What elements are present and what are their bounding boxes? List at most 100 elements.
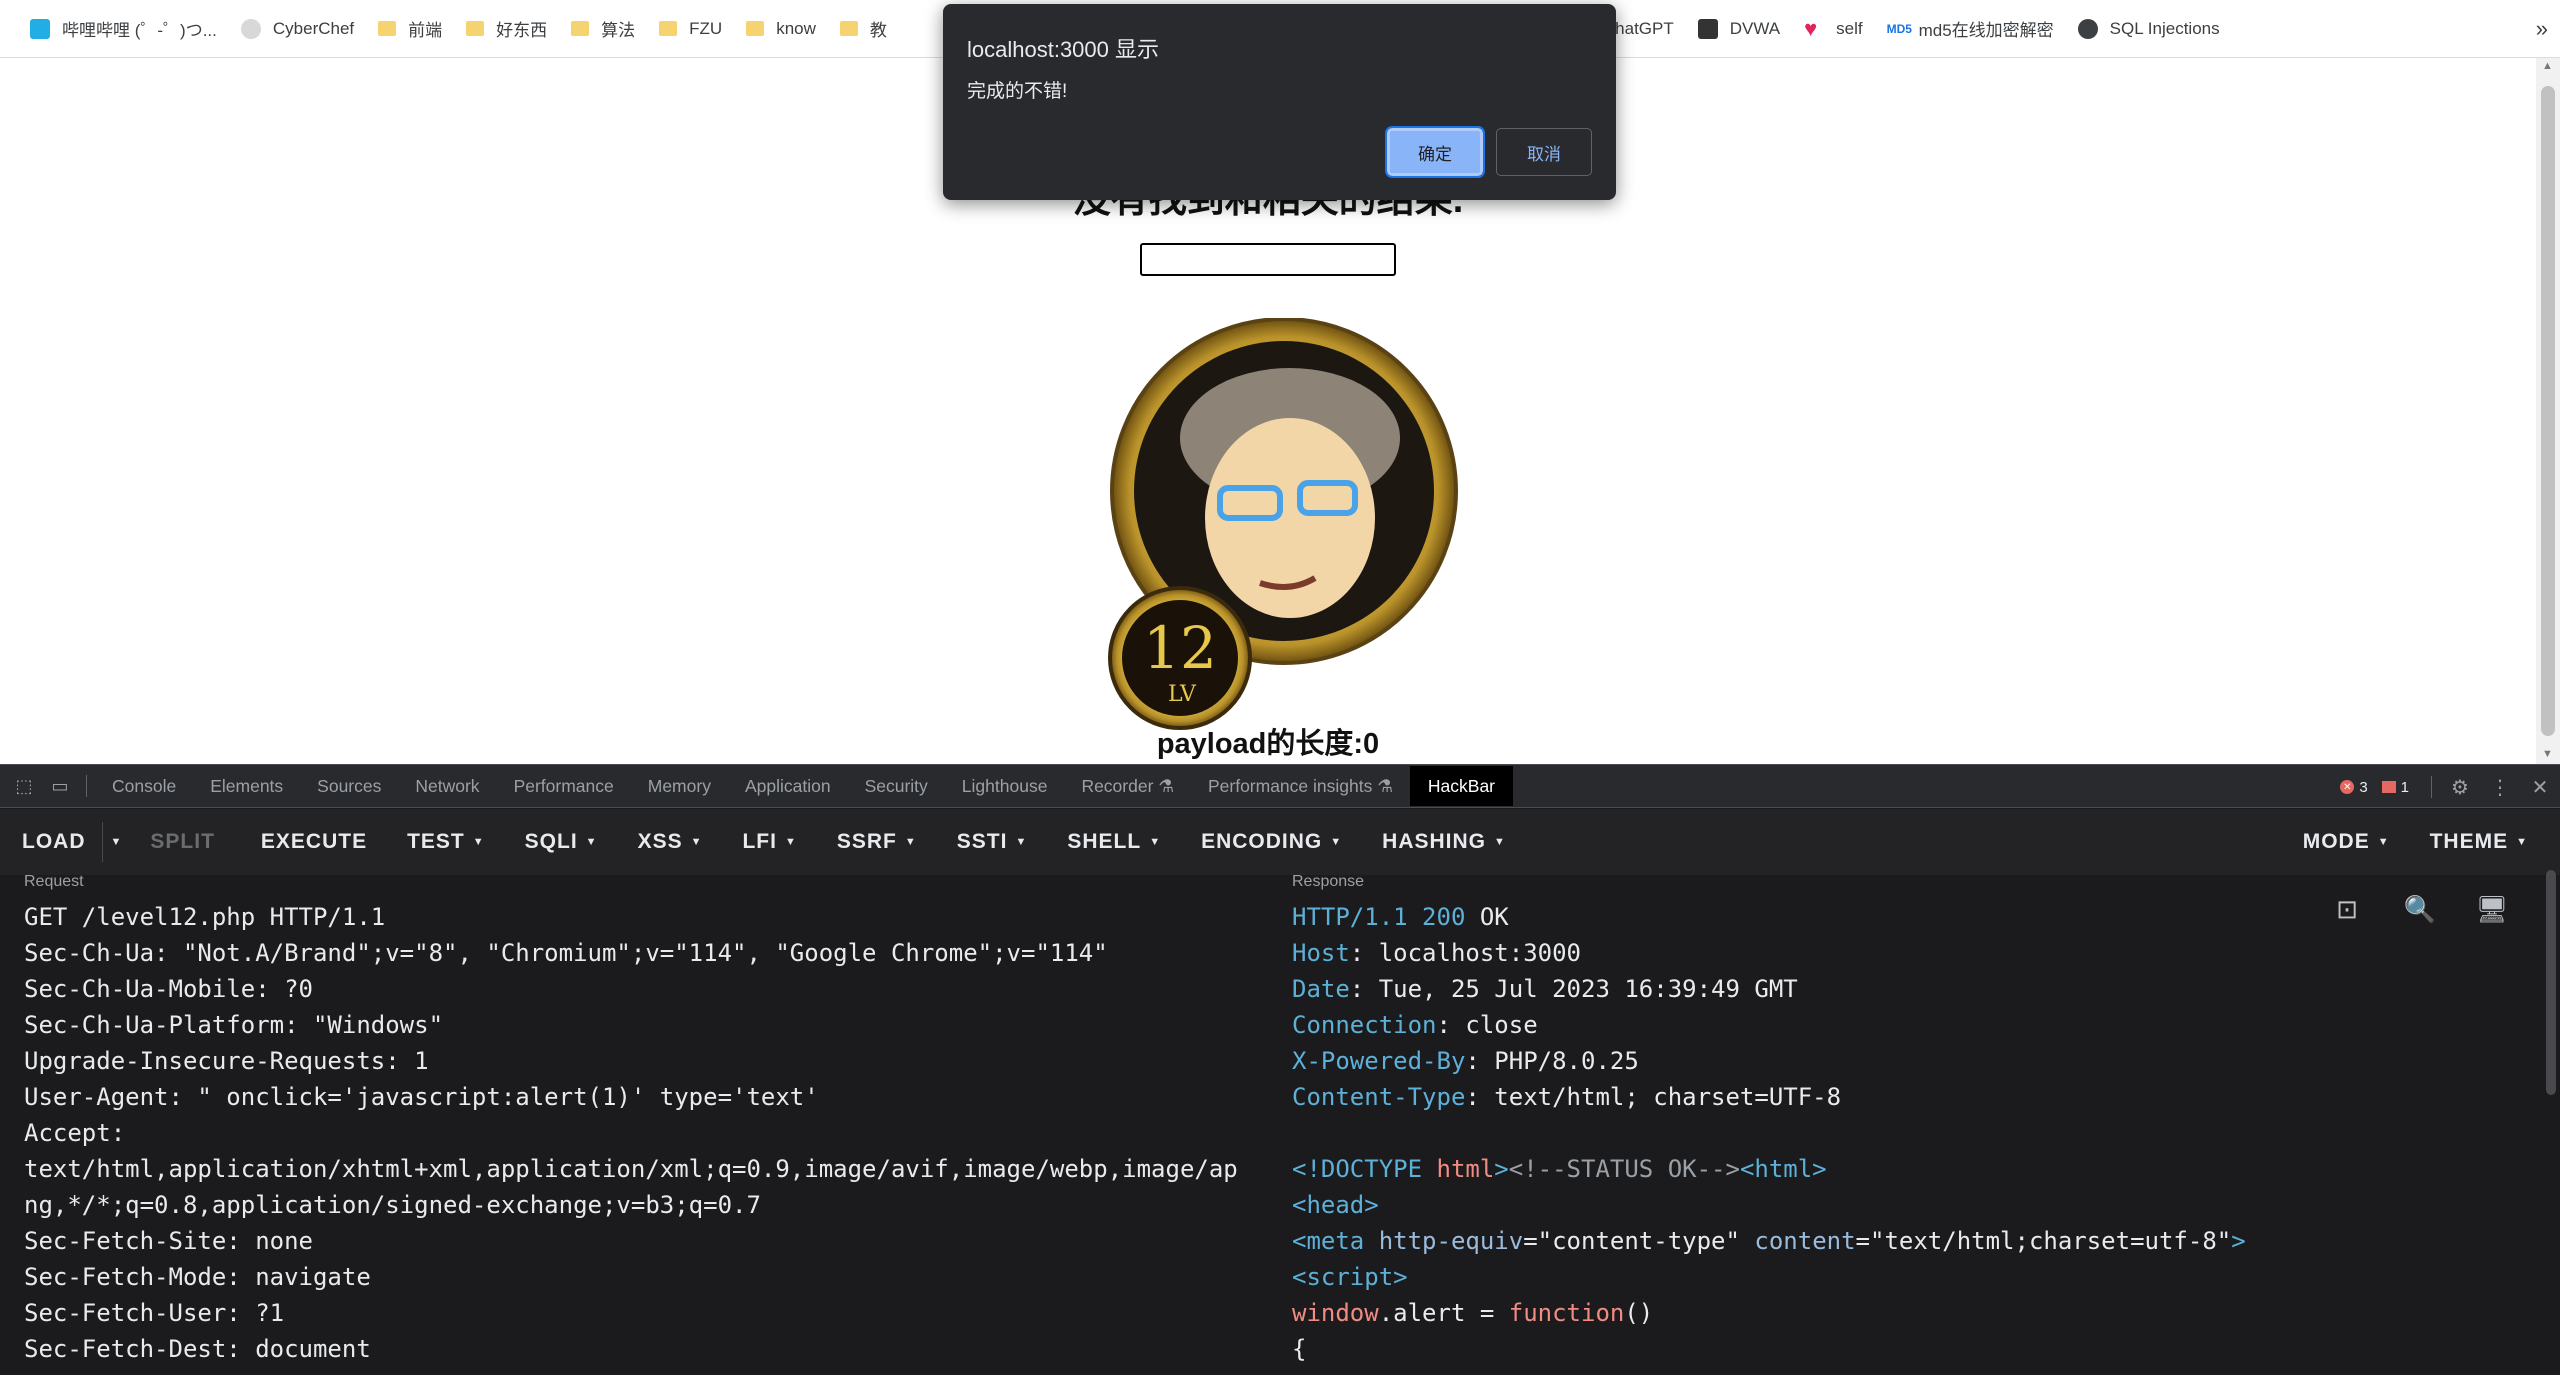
ssrf-menu-button[interactable]: SSRF ▼ <box>817 830 937 854</box>
device-toolbar-icon[interactable]: ▭ <box>42 768 78 804</box>
folder-icon <box>839 21 858 36</box>
chevron-down-icon: ▼ <box>2377 836 2390 848</box>
theme-menu-button[interactable]: THEME ▼ <box>2410 830 2560 854</box>
folder-icon <box>659 21 678 36</box>
tab-hackbar[interactable]: HackBar <box>1409 766 1514 806</box>
devtools-panel: ⬚ ▭ Console Elements Sources Network Per… <box>0 764 2560 1375</box>
devtools-separator <box>2431 776 2432 798</box>
tab-security[interactable]: Security <box>848 764 945 808</box>
sqli-menu-button[interactable]: SQLI ▼ <box>505 830 618 854</box>
tab-memory[interactable]: Memory <box>631 764 728 808</box>
globe-icon <box>2077 18 2098 39</box>
dialog-title: localhost:3000 显示 <box>967 37 1159 62</box>
request-line: GET /level12.php HTTP/1.1 <box>24 903 386 931</box>
response-body-line: <meta http-equiv="content-type" content=… <box>1292 1227 2246 1255</box>
bookmark-bilibili[interactable]: 哔哩哔哩 (゜-゜)つ... <box>18 9 229 49</box>
tab-performance[interactable]: Performance <box>497 764 631 808</box>
inspect-element-icon[interactable]: ⬚ <box>6 768 42 804</box>
bookmarks-more-button[interactable]: » <box>2524 9 2560 49</box>
folder-icon <box>378 21 397 36</box>
error-count-badge[interactable]: ✕ 3 <box>2340 779 2368 796</box>
dialog-ok-button[interactable]: 确定 <box>1385 126 1485 178</box>
level-badge-image: 12 LV <box>1108 318 1458 730</box>
request-editor[interactable]: GET /level12.php HTTP/1.1 Sec-Ch-Ua: "Not… <box>24 899 1238 1367</box>
bookmark-md5[interactable]: MD5 md5在线加密解密 <box>1875 9 2066 49</box>
tab-performance-insights[interactable]: Performance insights ⚗ <box>1191 764 1410 808</box>
response-panel[interactable]: Response ⊡ 🔍 🖥 HTTP/1.1 200 OK Host: loca… <box>1280 875 2560 1375</box>
request-line: Sec-Fetch-Dest: document <box>24 1335 371 1363</box>
bookmark-folder-goodstuff[interactable]: 好东西 <box>454 9 559 49</box>
page-scrollbar-thumb[interactable] <box>2541 86 2555 736</box>
bookmark-folder-algorithm[interactable]: 算法 <box>559 9 647 49</box>
tab-recorder[interactable]: Recorder ⚗ <box>1064 764 1191 808</box>
request-label: Request <box>24 875 84 890</box>
response-label: Response <box>1292 875 1365 890</box>
payload-length-text: payload的长度:0 <box>1156 728 1380 760</box>
response-preview-icon[interactable]: ⊡ <box>2327 889 2367 929</box>
tab-sources[interactable]: Sources <box>300 764 398 808</box>
response-blank-line <box>1292 1115 2246 1151</box>
chevron-down-icon: ▼ <box>1149 836 1162 848</box>
dialog-cancel-button[interactable]: 取消 <box>1496 128 1592 176</box>
hashing-menu-button[interactable]: HASHING ▼ <box>1362 830 1526 854</box>
shell-menu-button[interactable]: SHELL ▼ <box>1047 830 1181 854</box>
request-line: Sec-Fetch-User: ?1 <box>24 1299 285 1327</box>
tab-elements[interactable]: Elements <box>193 764 300 808</box>
scroll-up-icon[interactable]: ▲ <box>2542 60 2553 72</box>
bookmark-folder-know[interactable]: know <box>734 9 828 49</box>
level-badge-suffix: LV <box>1168 682 1197 707</box>
load-options-dropdown[interactable]: ▼ <box>103 836 131 848</box>
mode-menu-button[interactable]: MODE ▼ <box>2283 830 2410 854</box>
bilibili-icon <box>30 18 50 39</box>
alert-dialog: localhost:3000 显示 完成的不错! 确定 取消 <box>943 4 1616 200</box>
search-input[interactable] <box>1140 243 1396 276</box>
devtools-right-controls: ✕ 3 1 ⚙ ⋮ ✕ <box>2340 765 2560 809</box>
page-scrollbar[interactable]: ▲ ▼ <box>2536 58 2560 764</box>
tab-lighthouse[interactable]: Lighthouse <box>945 764 1065 808</box>
scroll-down-icon[interactable]: ▼ <box>2542 748 2553 760</box>
request-line: Upgrade-Insecure-Requests: 1 <box>24 1047 429 1075</box>
encoding-menu-button[interactable]: ENCODING ▼ <box>1181 830 1362 854</box>
tab-console[interactable]: Console <box>95 764 193 808</box>
bookmark-self[interactable]: ♥ self <box>1792 9 1874 49</box>
chevron-down-icon: ▼ <box>904 836 917 848</box>
request-line: Sec-Fetch-Mode: navigate <box>24 1263 371 1291</box>
bookmark-cyberchef[interactable]: CyberChef <box>229 9 366 49</box>
response-header: X-Powered-By: PHP/8.0.25 <box>1292 1047 1639 1075</box>
bookmark-folder-fzu[interactable]: FZU <box>647 9 734 49</box>
load-button[interactable]: LOAD <box>0 830 102 854</box>
folder-icon <box>746 21 765 36</box>
chevron-down-icon: ▼ <box>110 836 123 848</box>
response-header: Content-Type: text/html; charset=UTF-8 <box>1292 1083 1842 1111</box>
tab-network[interactable]: Network <box>398 764 496 808</box>
bookmark-dvwa[interactable]: DVWA <box>1686 9 1792 49</box>
response-search-icon[interactable]: 🔍 <box>2400 889 2440 929</box>
level-badge-number: 12 <box>1143 614 1217 682</box>
ssti-menu-button[interactable]: SSTI ▼ <box>937 830 1048 854</box>
request-line: text/html,application/xhtml+xml,applicat… <box>24 1155 1238 1183</box>
split-button[interactable]: SPLIT <box>130 830 235 854</box>
cyberchef-icon <box>240 18 261 39</box>
xss-menu-button[interactable]: XSS ▼ <box>618 830 723 854</box>
warning-icon <box>2381 781 2396 793</box>
response-scrollbar[interactable] <box>2546 870 2556 1095</box>
bookmark-folder-frontend[interactable]: 前端 <box>366 9 454 49</box>
test-menu-button[interactable]: TEST ▼ <box>387 830 505 854</box>
response-render-icon[interactable]: 🖥 <box>2472 889 2512 929</box>
more-options-icon[interactable]: ⋮ <box>2480 765 2520 809</box>
bookmark-sql-injections[interactable]: SQL Injections <box>2066 9 2232 49</box>
settings-gear-icon[interactable]: ⚙ <box>2440 765 2480 809</box>
tab-application[interactable]: Application <box>728 764 848 808</box>
execute-button[interactable]: EXECUTE <box>241 830 387 854</box>
response-viewer[interactable]: HTTP/1.1 200 OK Host: localhost:3000 Date:… <box>1292 899 2246 1367</box>
request-panel[interactable]: Request GET /level12.php HTTP/1.1 Sec-Ch-… <box>0 875 1280 1375</box>
bookmark-folder-teach[interactable]: 教 <box>828 9 899 49</box>
close-devtools-icon[interactable]: ✕ <box>2520 765 2560 809</box>
hackbar-toolbar: LOAD ▼ SPLIT EXECUTE TEST ▼ SQLI ▼ XSS ▼ LF… <box>0 809 2560 875</box>
lfi-menu-button[interactable]: LFI ▼ <box>722 830 816 854</box>
warning-count-badge[interactable]: 1 <box>2381 779 2409 796</box>
request-line: Sec-Ch-Ua-Platform: "Windows" <box>24 1011 444 1039</box>
folder-icon <box>571 21 590 36</box>
chevron-down-icon: ▼ <box>1494 836 1506 848</box>
chevron-down-icon: ▼ <box>1015 836 1028 848</box>
